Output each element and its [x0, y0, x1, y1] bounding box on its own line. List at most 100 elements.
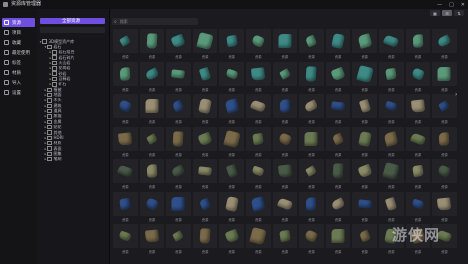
asset-tile[interactable]: 资源 [112, 126, 139, 159]
asset-tile[interactable]: 资源 [218, 158, 245, 191]
search-input[interactable]: ⌕ 搜索 [112, 18, 198, 25]
asset-tile[interactable]: 资源 [325, 93, 352, 126]
asset-tile[interactable]: 资源 [192, 61, 219, 94]
asset-tile[interactable]: 资源 [139, 158, 166, 191]
asset-tile[interactable]: 资源 [192, 126, 219, 159]
asset-tile[interactable]: 资源 [378, 28, 405, 61]
asset-tile[interactable]: 资源 [298, 93, 325, 126]
asset-tile[interactable]: 资源 [218, 126, 245, 159]
asset-tile[interactable]: 资源 [405, 61, 432, 94]
all-assets-button[interactable]: 全部资源 [40, 18, 105, 24]
asset-tile[interactable]: 资源 [245, 191, 272, 224]
asset-tile[interactable]: 资源 [272, 28, 299, 61]
list-view-button[interactable]: ☰ [442, 10, 452, 16]
asset-tile[interactable]: 资源 [272, 158, 299, 191]
asset-tile[interactable]: 资源 [272, 191, 299, 224]
asset-tile[interactable]: 资源 [378, 191, 405, 224]
asset-tile[interactable]: 资源 [139, 28, 166, 61]
nav-item-0[interactable]: 资源 [2, 18, 35, 27]
asset-tile[interactable]: 资源 [112, 223, 139, 256]
asset-tile[interactable]: 资源 [378, 126, 405, 159]
asset-tile[interactable]: 资源 [325, 223, 352, 256]
asset-tile[interactable]: 资源 [245, 28, 272, 61]
asset-tile[interactable]: 资源 [351, 191, 378, 224]
asset-tile[interactable]: 资源 [165, 126, 192, 159]
asset-tile[interactable]: 资源 [139, 223, 166, 256]
asset-tile[interactable]: 资源 [298, 158, 325, 191]
asset-tile[interactable]: 资源 [298, 28, 325, 61]
asset-tile[interactable]: 资源 [351, 28, 378, 61]
asset-tile[interactable]: 资源 [272, 61, 299, 94]
asset-tile[interactable]: 资源 [431, 93, 458, 126]
asset-tile[interactable]: 资源 [192, 93, 219, 126]
asset-tile[interactable]: 资源 [298, 61, 325, 94]
asset-tile[interactable]: 资源 [218, 93, 245, 126]
asset-tile[interactable]: 资源 [351, 61, 378, 94]
asset-tile[interactable]: 资源 [272, 126, 299, 159]
asset-tile[interactable]: 资源 [351, 223, 378, 256]
asset-tile[interactable]: 资源 [139, 93, 166, 126]
asset-tile[interactable]: 资源 [245, 158, 272, 191]
asset-tile[interactable]: 资源 [298, 223, 325, 256]
asset-tile[interactable]: 资源 [165, 223, 192, 256]
asset-tile[interactable]: 资源 [245, 93, 272, 126]
asset-tile[interactable]: 资源 [272, 93, 299, 126]
asset-tile[interactable]: 资源 [245, 126, 272, 159]
asset-tile[interactable]: 资源 [112, 61, 139, 94]
asset-tile[interactable]: 资源 [245, 223, 272, 256]
nav-item-1[interactable]: 项目 [2, 28, 35, 37]
asset-tile[interactable]: 资源 [245, 61, 272, 94]
asset-tile[interactable]: 资源 [112, 93, 139, 126]
asset-tile[interactable]: 资源 [378, 93, 405, 126]
asset-tile[interactable]: 资源 [431, 158, 458, 191]
asset-tile[interactable]: 资源 [139, 191, 166, 224]
asset-tile[interactable]: 资源 [112, 158, 139, 191]
asset-tile[interactable]: 资源 [218, 28, 245, 61]
asset-tile[interactable]: 资源 [325, 158, 352, 191]
asset-tile[interactable]: 资源 [165, 28, 192, 61]
maximize-icon[interactable]: □ [449, 2, 454, 8]
asset-tile[interactable]: 资源 [378, 61, 405, 94]
asset-tile[interactable]: 资源 [431, 61, 458, 94]
asset-tile[interactable]: 资源 [405, 126, 432, 159]
asset-tile[interactable]: 资源 [139, 126, 166, 159]
asset-tile[interactable]: 资源 [192, 223, 219, 256]
asset-tile[interactable]: 资源 [218, 191, 245, 224]
minimize-icon[interactable]: — [437, 2, 442, 8]
asset-tile[interactable]: 资源 [325, 61, 352, 94]
asset-tile[interactable]: 资源 [165, 158, 192, 191]
asset-tile[interactable]: 资源 [165, 93, 192, 126]
asset-tile[interactable]: 资源 [405, 28, 432, 61]
asset-tile[interactable]: 资源 [218, 61, 245, 94]
asset-tile[interactable]: 资源 [378, 158, 405, 191]
grid-view-button[interactable]: ▦ [430, 10, 440, 16]
asset-tile[interactable]: 资源 [405, 191, 432, 224]
asset-tile[interactable]: 资源 [165, 191, 192, 224]
asset-tile[interactable]: 资源 [112, 191, 139, 224]
tree-search-input[interactable] [40, 27, 105, 33]
asset-tile[interactable]: 资源 [112, 28, 139, 61]
asset-tile[interactable]: 资源 [405, 93, 432, 126]
asset-tile[interactable]: 资源 [298, 126, 325, 159]
asset-tile[interactable]: 资源 [405, 158, 432, 191]
asset-tile[interactable]: 资源 [192, 191, 219, 224]
close-icon[interactable]: ✕ [461, 2, 465, 8]
asset-tile[interactable]: 资源 [351, 158, 378, 191]
asset-tile[interactable]: 资源 [298, 191, 325, 224]
asset-tile[interactable]: 资源 [431, 126, 458, 159]
asset-tile[interactable]: 资源 [139, 61, 166, 94]
asset-tile[interactable]: 资源 [431, 191, 458, 224]
asset-tile[interactable]: 资源 [351, 126, 378, 159]
asset-tile[interactable]: 资源 [192, 158, 219, 191]
asset-tile[interactable]: 资源 [192, 28, 219, 61]
asset-tile[interactable]: 资源 [325, 126, 352, 159]
asset-tile[interactable]: 资源 [351, 93, 378, 126]
asset-tile[interactable]: 资源 [272, 223, 299, 256]
chevron-right-icon[interactable]: › [455, 91, 457, 98]
asset-tile[interactable]: 资源 [431, 28, 458, 61]
asset-tile[interactable]: 资源 [218, 223, 245, 256]
asset-tile[interactable]: 资源 [325, 28, 352, 61]
asset-tile[interactable]: 资源 [325, 191, 352, 224]
nav-item-3[interactable]: 最近使用 [2, 48, 35, 57]
asset-tile[interactable]: 资源 [165, 61, 192, 94]
